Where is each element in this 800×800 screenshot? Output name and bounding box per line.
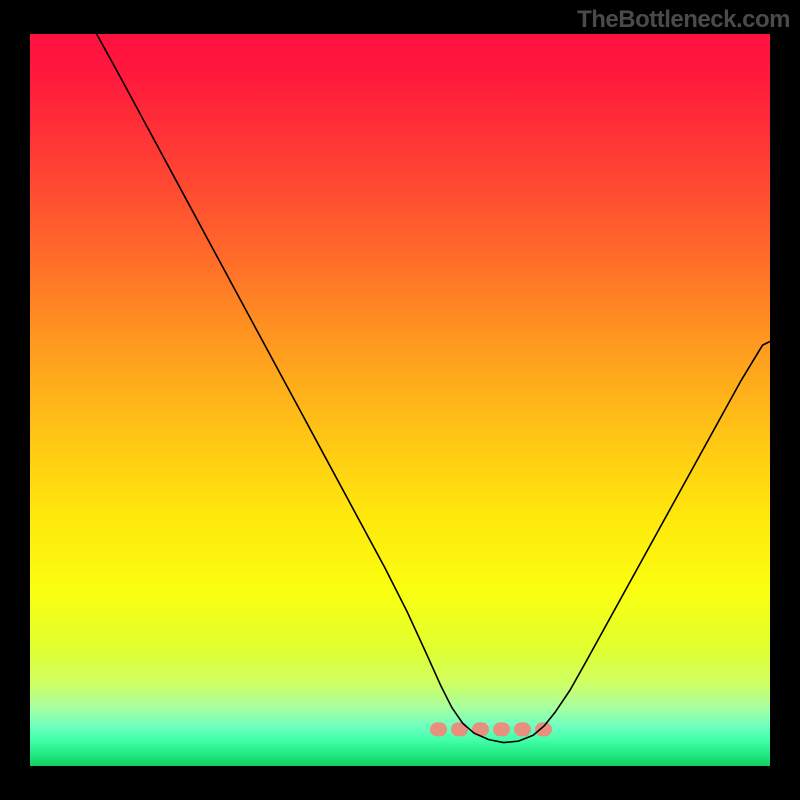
gradient-background — [30, 34, 770, 766]
plot-area — [30, 34, 770, 766]
watermark-text: TheBottleneck.com — [577, 6, 790, 34]
chart-svg — [30, 34, 770, 766]
chart-container: TheBottleneck.com — [0, 0, 800, 800]
